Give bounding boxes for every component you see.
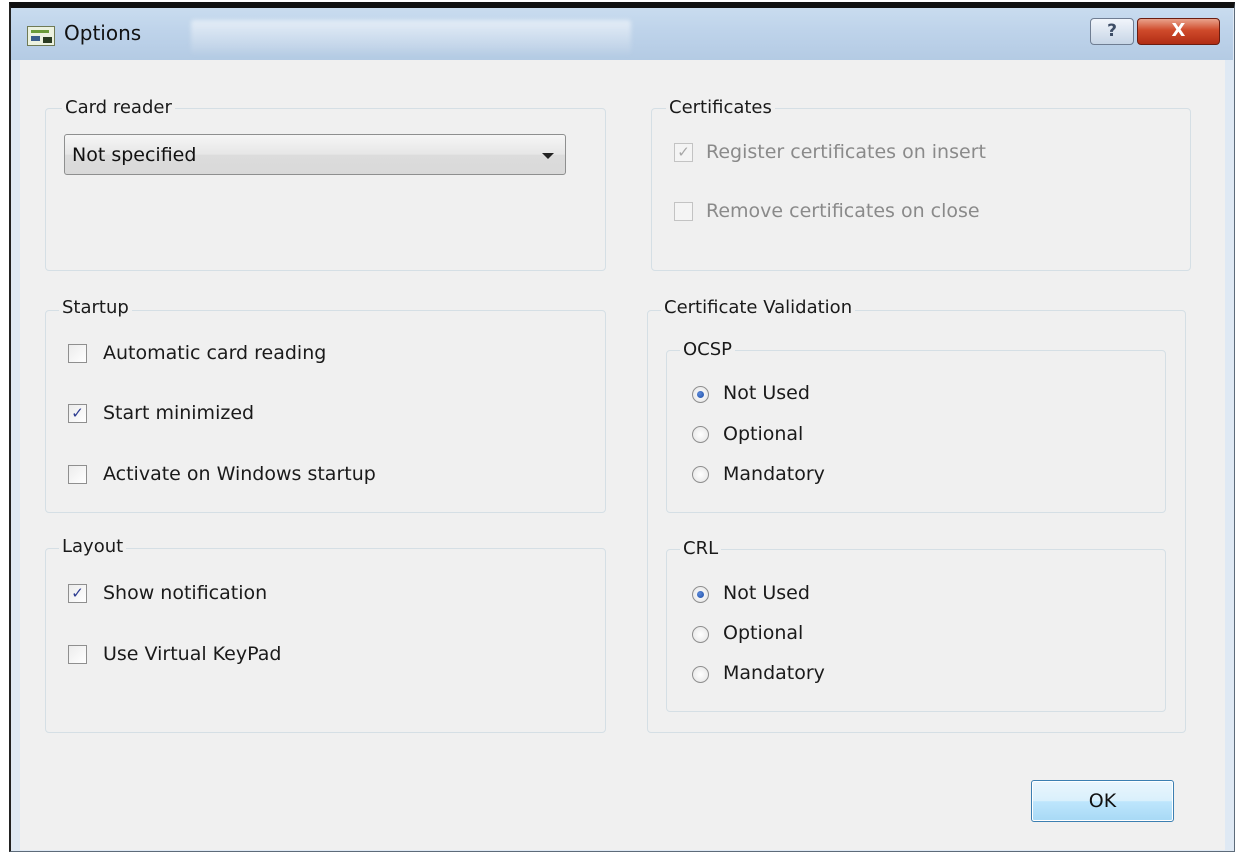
crl-optional-label: Optional: [723, 622, 804, 644]
title-bar[interactable]: [11, 8, 1233, 60]
ocsp-mandatory-label: Mandatory: [723, 463, 825, 485]
close-icon: X: [1171, 20, 1186, 41]
ocsp-not-used-radio[interactable]: [692, 386, 709, 403]
card-reader-group: [45, 108, 606, 271]
close-button[interactable]: X: [1137, 18, 1220, 45]
certificates-group-title: Certificates: [666, 97, 775, 119]
ok-button[interactable]: OK: [1031, 780, 1174, 822]
card-reader-dropdown[interactable]: Not specified: [64, 134, 566, 175]
layout-group: [45, 548, 606, 733]
register-certificates-label: Register certificates on insert: [706, 141, 986, 163]
start-minimized-label: Start minimized: [103, 402, 255, 424]
activate-on-windows-startup-checkbox[interactable]: [68, 465, 87, 484]
crl-group-title: CRL: [680, 538, 722, 560]
ocsp-group-title: OCSP: [680, 339, 736, 361]
checkmark-icon: ✓: [677, 143, 690, 161]
crl-optional-radio[interactable]: [692, 626, 709, 643]
chevron-down-icon: [542, 153, 554, 159]
ocsp-mandatory-radio[interactable]: [692, 466, 709, 483]
certificates-group: [651, 108, 1191, 271]
use-virtual-keypad-checkbox[interactable]: [68, 645, 87, 664]
ocsp-not-used-label: Not Used: [723, 382, 810, 404]
register-certificates-checkbox[interactable]: ✓: [674, 143, 693, 162]
crl-mandatory-radio[interactable]: [692, 666, 709, 683]
ocsp-optional-radio[interactable]: [692, 426, 709, 443]
ocsp-optional-label: Optional: [723, 423, 804, 445]
window-title: Options: [64, 21, 142, 45]
start-minimized-checkbox[interactable]: ✓: [68, 404, 87, 423]
checkmark-icon: ✓: [71, 584, 84, 602]
help-icon: ?: [1107, 21, 1117, 41]
options-window-icon: [27, 26, 55, 46]
remove-certificates-checkbox[interactable]: [674, 202, 693, 221]
show-notification-label: Show notification: [103, 582, 268, 604]
layout-group-title: Layout: [59, 536, 127, 558]
activate-on-windows-startup-label: Activate on Windows startup: [103, 463, 376, 485]
crl-mandatory-label: Mandatory: [723, 662, 825, 684]
help-button[interactable]: ?: [1090, 18, 1134, 45]
crl-not-used-radio[interactable]: [692, 586, 709, 603]
crl-not-used-label: Not Used: [723, 582, 810, 604]
startup-group-title: Startup: [59, 297, 132, 319]
certificate-validation-group-title: Certificate Validation: [661, 297, 856, 319]
background-window-ghost: [191, 20, 631, 54]
automatic-card-reading-label: Automatic card reading: [103, 342, 327, 364]
show-notification-checkbox[interactable]: ✓: [68, 584, 87, 603]
checkmark-icon: ✓: [71, 404, 84, 422]
use-virtual-keypad-label: Use Virtual KeyPad: [103, 643, 282, 665]
card-reader-group-title: Card reader: [62, 97, 175, 119]
automatic-card-reading-checkbox[interactable]: [68, 344, 87, 363]
card-reader-selected-value: Not specified: [72, 144, 197, 166]
remove-certificates-label: Remove certificates on close: [706, 200, 980, 222]
